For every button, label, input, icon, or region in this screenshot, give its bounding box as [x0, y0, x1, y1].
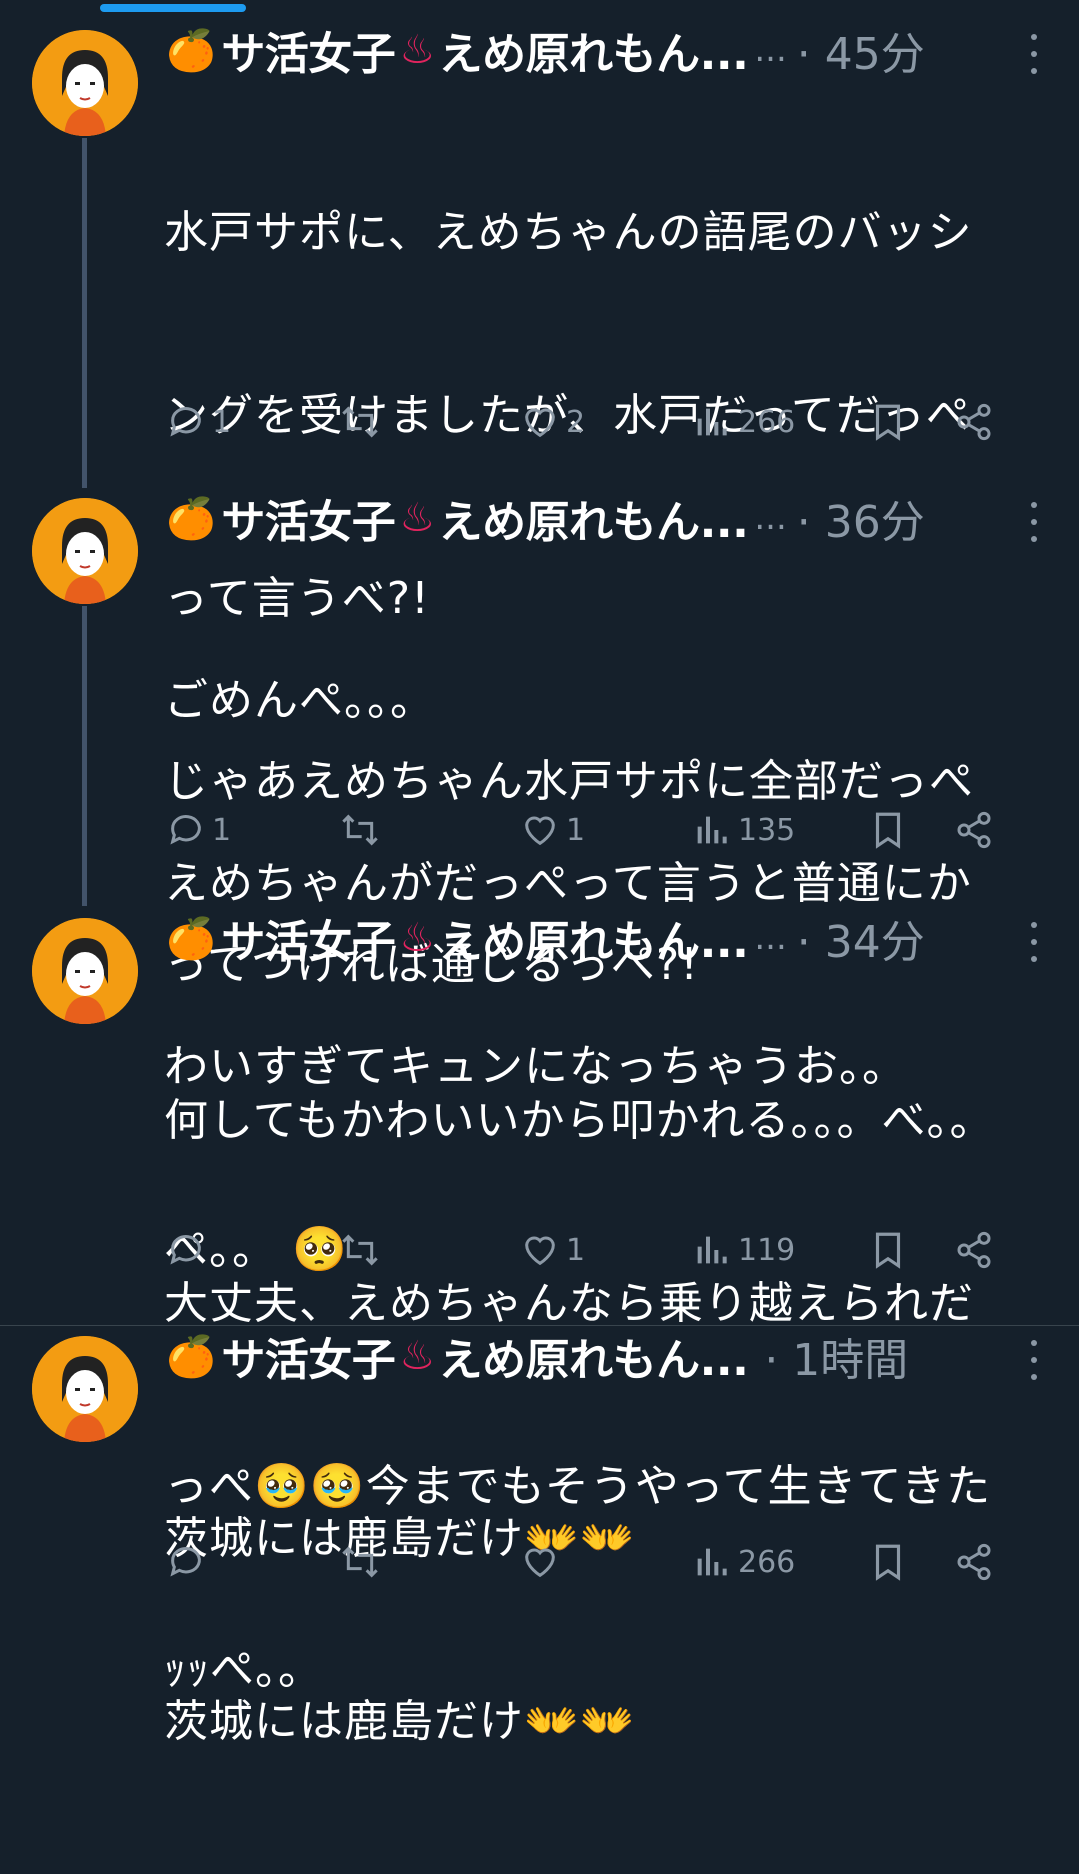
views-icon — [697, 1236, 727, 1264]
views-button[interactable]: 135 — [694, 810, 795, 850]
like-icon — [525, 1548, 555, 1578]
hot-springs-icon: ♨ — [399, 915, 435, 961]
share-icon — [957, 811, 991, 849]
display-name[interactable]: 🍊 サ活女子 ♨ えめ原れもん... — [166, 1324, 749, 1388]
retweet-button[interactable] — [338, 810, 388, 850]
hot-springs-icon: ♨ — [399, 27, 435, 73]
tweet-3[interactable]: 🍊 サ活女子 ♨ えめ原れもん... ... · 34分 何してもかわいいから叩… — [0, 888, 1079, 1695]
views-icon — [697, 816, 727, 844]
tangerine-icon: 🍊 — [166, 1333, 216, 1380]
avatar[interactable] — [32, 498, 138, 604]
reply-icon — [170, 815, 201, 845]
like-button[interactable] — [520, 1542, 566, 1582]
views-icon — [697, 1548, 727, 1576]
tweet-header: 🍊 サ活女子 ♨ えめ原れもん... ... · 45分 — [166, 20, 1039, 80]
retweet-icon — [342, 406, 378, 438]
handle-truncated: ... — [754, 918, 787, 958]
handle-truncated: ... — [754, 30, 787, 70]
retweet-button[interactable] — [338, 1542, 388, 1582]
action-bar: 1 2 266 — [166, 394, 1039, 450]
timestamp[interactable]: · 34分 — [797, 906, 925, 970]
share-icon — [957, 403, 991, 441]
share-button[interactable] — [954, 402, 994, 442]
like-button[interactable]: 1 — [520, 1230, 585, 1270]
share-icon — [957, 1231, 991, 1269]
avatar[interactable] — [32, 918, 138, 1024]
action-bar: 266 — [166, 1534, 1039, 1590]
bookmark-button[interactable] — [870, 1229, 906, 1271]
share-icon — [957, 1543, 991, 1581]
timestamp[interactable]: · 45分 — [797, 18, 925, 82]
tangerine-icon: 🍊 — [166, 495, 216, 542]
more-icon[interactable] — [1029, 1340, 1039, 1380]
bookmark-icon — [875, 1544, 901, 1581]
hot-springs-icon: ♨ — [399, 495, 435, 541]
like-button[interactable]: 1 — [520, 810, 585, 850]
bookmark-icon — [875, 1232, 901, 1269]
tangerine-icon: 🍊 — [166, 915, 216, 962]
reply-button[interactable] — [166, 1542, 212, 1582]
more-icon[interactable] — [1029, 502, 1039, 542]
retweet-icon — [342, 1546, 378, 1578]
tweet-1[interactable]: 🍊 サ活女子 ♨ えめ原れもん... ... · 45分 水戸サポに、えめちゃん… — [0, 0, 1079, 990]
reply-button[interactable]: 1 — [166, 402, 231, 442]
avatar[interactable] — [32, 1336, 138, 1442]
more-icon[interactable] — [1029, 34, 1039, 74]
views-icon — [697, 408, 727, 436]
tweet-header: 🍊 サ活女子 ♨ えめ原れもん... ... · 36分 — [166, 488, 1039, 548]
like-icon — [525, 408, 555, 438]
display-name[interactable]: 🍊 サ活女子 ♨ えめ原れもん... — [166, 18, 749, 82]
like-icon — [525, 816, 555, 846]
retweet-button[interactable] — [338, 1230, 388, 1270]
bookmark-button[interactable] — [870, 401, 906, 443]
like-icon — [525, 1236, 555, 1266]
avatar[interactable] — [32, 30, 138, 136]
views-button[interactable]: 119 — [694, 1230, 795, 1270]
views-button[interactable]: 266 — [694, 1542, 795, 1582]
retweet-icon — [342, 1234, 378, 1266]
retweet-button[interactable] — [338, 402, 388, 442]
bookmark-button[interactable] — [870, 809, 906, 851]
bookmark-icon — [875, 812, 901, 849]
retweet-icon — [342, 814, 378, 846]
more-icon[interactable] — [1029, 922, 1039, 962]
share-button[interactable] — [954, 810, 994, 850]
bookmark-icon — [875, 404, 901, 441]
like-button[interactable]: 2 — [520, 402, 585, 442]
action-bar: 1 119 — [166, 1222, 1039, 1278]
tangerine-icon: 🍊 — [166, 27, 216, 74]
views-button[interactable]: 266 — [694, 402, 795, 442]
thread-line — [82, 606, 87, 906]
reply-button[interactable]: 1 — [166, 810, 231, 850]
hot-springs-icon: ♨ — [399, 1333, 435, 1379]
reply-icon — [170, 407, 201, 437]
bookmark-button[interactable] — [870, 1541, 906, 1583]
thread-line — [82, 138, 87, 488]
tweet-2[interactable]: 🍊 サ活女子 ♨ えめ原れもん... ... · 36分 ごめんぺ。。。 えめち… — [0, 468, 1079, 1275]
share-button[interactable] — [954, 1230, 994, 1270]
display-name[interactable]: 🍊 サ活女子 ♨ えめ原れもん... — [166, 906, 749, 970]
display-name[interactable]: 🍊 サ活女子 ♨ えめ原れもん... — [166, 486, 749, 550]
tweet-4[interactable]: 🍊 サ活女子 ♨ えめ原れもん... · 1時間 茨城には鹿島だけ👐👐 茨城には… — [0, 1306, 1079, 1747]
reply-button[interactable] — [166, 1230, 212, 1270]
tweet-header: 🍊 サ活女子 ♨ えめ原れもん... ... · 34分 — [166, 908, 1039, 968]
share-button[interactable] — [954, 1542, 994, 1582]
handle-truncated: ... — [754, 498, 787, 538]
action-bar: 1 1 135 — [166, 802, 1039, 858]
timestamp[interactable]: · 36分 — [797, 486, 925, 550]
reply-icon — [170, 1235, 201, 1265]
tweet-header: 🍊 サ活女子 ♨ えめ原れもん... · 1時間 — [166, 1326, 1039, 1386]
timestamp[interactable]: · 1時間 — [764, 1324, 908, 1388]
reply-icon — [170, 1547, 201, 1577]
tweet-text: 茨城には鹿島だけ👐👐 茨城には鹿島だけ👐👐 — [164, 1513, 636, 1747]
